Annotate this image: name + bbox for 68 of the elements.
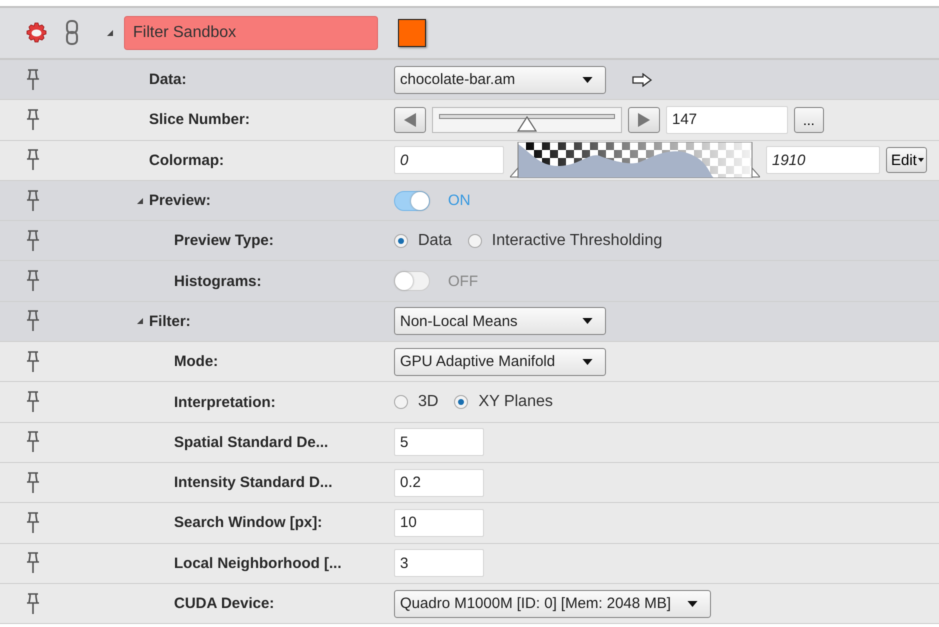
value-field[interactable]: 0.2 <box>394 468 484 497</box>
caret-icon <box>686 600 698 606</box>
caret-icon <box>582 318 593 324</box>
toggle-state: OFF <box>448 272 478 290</box>
dropdown[interactable]: Quadro M1000M [ID: 0] [Mem: 2048 MB] <box>394 590 711 618</box>
pin-icon[interactable] <box>26 68 40 91</box>
property-label: Colormap: <box>149 152 224 169</box>
slider-track[interactable] <box>432 106 622 133</box>
property-label: Slice Number: <box>149 111 250 128</box>
title-field[interactable]: Filter Sandbox <box>124 16 378 50</box>
dropdown[interactable]: GPU Adaptive Manifold <box>394 348 606 376</box>
property-label: CUDA Device: <box>174 595 274 612</box>
collapse-triangle-icon[interactable] <box>136 196 144 205</box>
value-field[interactable]: 5 <box>394 428 484 456</box>
toggle-switch[interactable] <box>394 190 430 211</box>
toggle-switch[interactable] <box>394 271 430 292</box>
property-label: Preview Type: <box>174 232 274 250</box>
pin-icon[interactable] <box>26 270 40 292</box>
pin-icon[interactable] <box>26 391 40 414</box>
pin-icon[interactable] <box>26 472 40 494</box>
collapse-triangle-icon[interactable] <box>106 29 114 37</box>
next-button[interactable] <box>628 106 660 133</box>
right-triangle-icon <box>638 112 650 127</box>
pin-icon[interactable] <box>26 190 40 212</box>
pin-icon[interactable] <box>26 230 40 252</box>
pin-icon[interactable] <box>26 431 40 454</box>
pin-icon[interactable] <box>26 108 40 131</box>
more-button[interactable]: ... <box>794 106 824 133</box>
toggle-state: ON <box>448 192 470 210</box>
property-label: Intensity Standard D... <box>174 474 332 492</box>
caret-icon <box>918 158 924 162</box>
slice-field[interactable]: 147 <box>666 106 788 134</box>
value-field[interactable]: 3 <box>394 549 484 578</box>
pin-icon[interactable] <box>26 149 40 172</box>
arrow-icon[interactable] <box>632 72 652 87</box>
property-label: Mode: <box>174 353 218 370</box>
property-label: Local Neighborhood [... <box>174 554 342 572</box>
pin-icon[interactable] <box>26 350 40 373</box>
radio-option[interactable]: Interactive Thresholding <box>468 232 662 250</box>
pin-icon[interactable] <box>26 552 40 574</box>
radio-option[interactable]: XY Planes <box>454 393 553 412</box>
value-field[interactable]: 10 <box>394 508 484 537</box>
radio-option[interactable]: 3D <box>394 393 438 412</box>
property-label: Interpretation: <box>174 394 276 411</box>
property-label: Filter: <box>149 312 191 330</box>
left-triangle-icon <box>404 112 416 127</box>
dropdown[interactable]: Non-Local Means <box>394 307 606 336</box>
dropdown[interactable]: chocolate-bar.am <box>394 66 606 94</box>
min-field[interactable]: 0 <box>394 146 504 174</box>
property-label: Spatial Standard De... <box>174 434 328 451</box>
property-label: Data: <box>149 71 187 88</box>
property-label: Search Window [px]: <box>174 514 322 532</box>
slider-thumb[interactable] <box>517 116 537 132</box>
previous-button[interactable] <box>394 106 426 133</box>
pin-icon[interactable] <box>26 512 40 534</box>
radio-option[interactable]: Data <box>394 232 452 250</box>
color-swatch[interactable] <box>398 19 426 47</box>
chain-icon[interactable] <box>66 20 78 46</box>
collapse-triangle-icon[interactable] <box>136 317 144 326</box>
property-label: Preview: <box>149 192 211 210</box>
property-label: Histograms: <box>174 272 262 290</box>
pin-icon[interactable] <box>26 592 40 614</box>
edit-button[interactable]: Edit <box>886 147 927 174</box>
pin-icon[interactable] <box>26 310 40 332</box>
colormap-drawing[interactable] <box>510 142 760 178</box>
caret-icon <box>582 358 593 365</box>
max-field[interactable]: 1910 <box>766 146 880 174</box>
caret-icon <box>582 76 593 83</box>
